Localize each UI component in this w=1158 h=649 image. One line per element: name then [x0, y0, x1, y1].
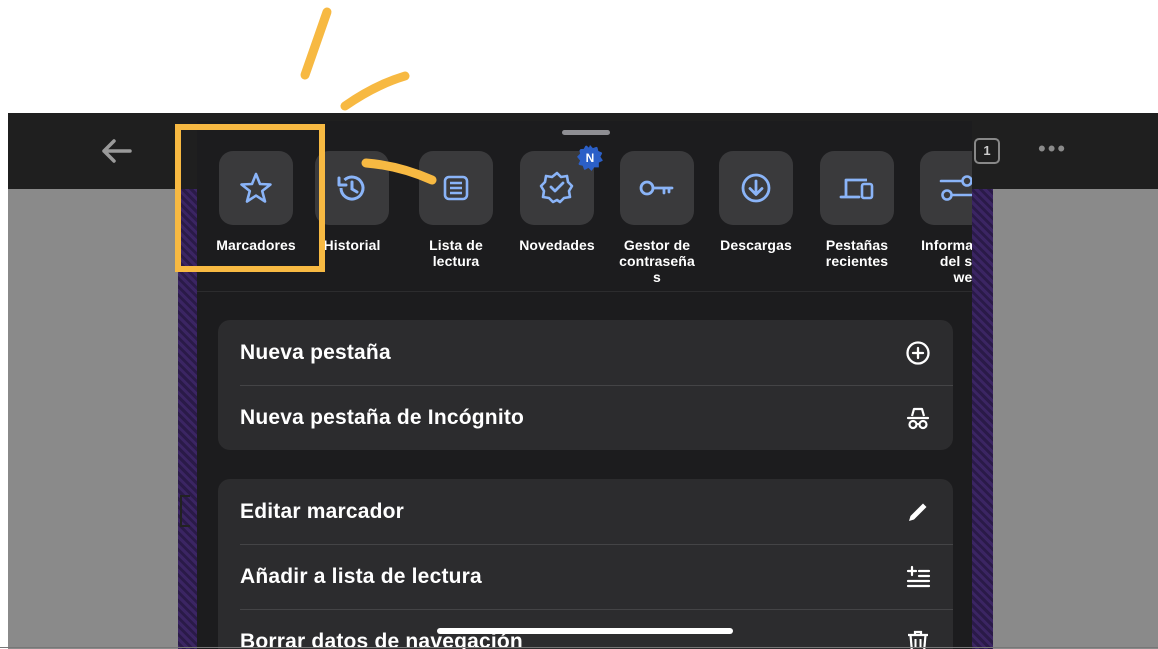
- shortcut-tile[interactable]: [719, 151, 793, 225]
- shortcut-label: Gestor de contraseña s: [619, 237, 695, 285]
- tab-count-button[interactable]: 1: [974, 138, 1000, 164]
- pencil-icon: [909, 503, 927, 521]
- site-settings-icon: [939, 175, 972, 201]
- shortcut-label: Pestañas recientes: [825, 237, 889, 269]
- shortcut-recent-tabs[interactable]: Pestañas recientes: [807, 151, 907, 269]
- menu-item-edit-bookmark[interactable]: Editar marcador: [218, 479, 953, 544]
- trash-icon: [908, 630, 928, 649]
- add-reading-list-icon: [906, 565, 931, 588]
- shortcut-tile[interactable]: [419, 151, 493, 225]
- menu-item-label: Añadir a lista de lectura: [240, 564, 482, 588]
- sheet-grabber[interactable]: [562, 130, 610, 135]
- bottom-edge-line: [0, 647, 1158, 648]
- incognito-icon: [906, 407, 930, 430]
- shortcut-tile[interactable]: N: [520, 145, 603, 225]
- shortcut-label: Informac del sit web: [921, 237, 972, 285]
- shortcut-site-info[interactable]: Informac del sit web: [907, 151, 972, 285]
- download-icon: [741, 173, 771, 203]
- key-icon: [639, 180, 674, 196]
- whats-new-icon: [539, 171, 574, 204]
- arrow-left-icon[interactable]: [96, 135, 136, 167]
- home-indicator[interactable]: [437, 628, 733, 634]
- menu-item-new-tab[interactable]: Nueva pestaña: [218, 320, 953, 385]
- menu-group-tabs: Nueva pestaña Nueva pestaña de Incógnito: [218, 320, 953, 450]
- shortcut-label: Descargas: [720, 237, 792, 253]
- shortcut-whats-new[interactable]: N Novedades: [507, 145, 607, 253]
- shortcut-reading-list[interactable]: Lista de lectura: [406, 151, 506, 269]
- menu-item-label: Nueva pestaña de Incógnito: [240, 405, 525, 429]
- shortcut-downloads[interactable]: Descargas: [706, 151, 806, 253]
- annotation-highlight-box: [175, 124, 325, 272]
- shortcut-label: Novedades: [519, 237, 595, 253]
- shortcut-tile[interactable]: [315, 151, 389, 225]
- menu-item-label: Editar marcador: [240, 499, 405, 523]
- menu-group-page: Editar marcador Añadir a lista de lectur…: [218, 479, 953, 649]
- page-bracket-mark: [180, 495, 190, 527]
- more-dots-icon[interactable]: •••: [1038, 138, 1067, 160]
- menu-item-new-incognito-tab[interactable]: Nueva pestaña de Incógnito: [218, 385, 953, 450]
- shortcut-tile[interactable]: [620, 151, 694, 225]
- shortcut-password-manager[interactable]: Gestor de contraseña s: [607, 151, 707, 285]
- plus-circle-icon: [906, 341, 930, 365]
- devices-icon: [839, 178, 874, 200]
- shortcut-label: Lista de lectura: [429, 237, 483, 269]
- menu-item-add-to-reading-list[interactable]: Añadir a lista de lectura: [218, 544, 953, 609]
- history-icon: [337, 175, 365, 201]
- shortcut-tile[interactable]: [820, 151, 894, 225]
- menu-item-label: Nueva pestaña: [240, 340, 391, 364]
- new-badge: N: [577, 145, 603, 171]
- shortcut-divider: [197, 291, 972, 292]
- reading-list-icon: [443, 175, 469, 201]
- shortcut-tile[interactable]: [920, 151, 972, 225]
